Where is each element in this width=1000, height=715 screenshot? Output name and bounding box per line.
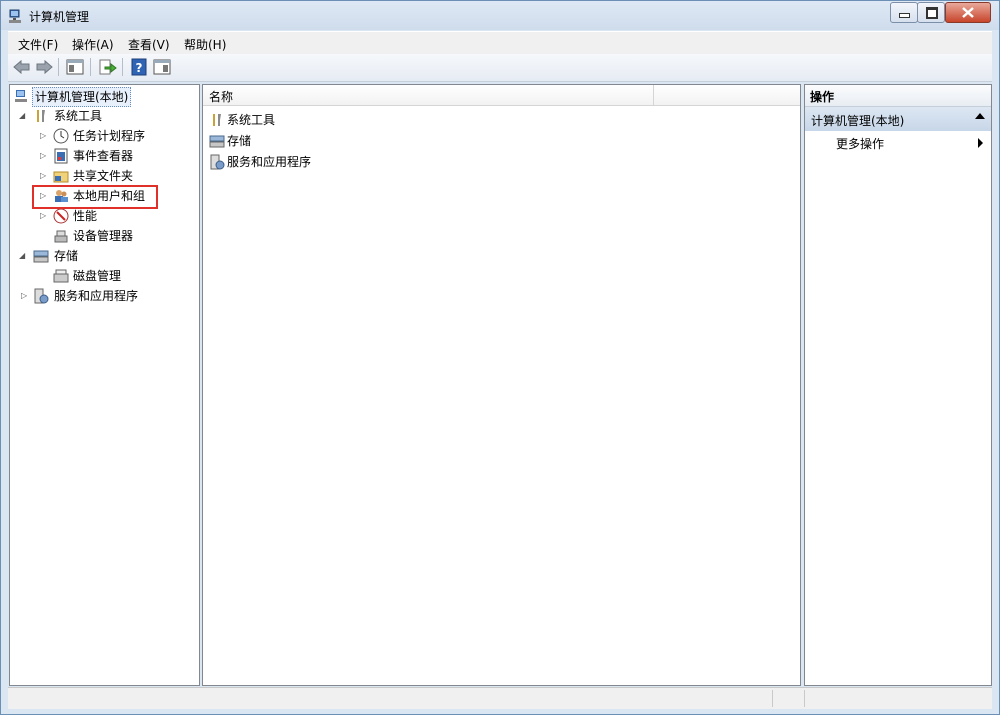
tools-icon — [213, 114, 221, 126]
storage-icon — [209, 135, 225, 148]
maximize-button[interactable] — [917, 2, 945, 23]
menu-help[interactable]: 帮助(H) — [184, 36, 226, 53]
results-list[interactable]: 名称 系统工具 存储 服务和应用程序 — [202, 84, 801, 686]
column-header-name[interactable]: 名称 — [209, 88, 233, 105]
toolbar-separator — [58, 58, 59, 76]
services-icon — [210, 154, 225, 170]
device-manager-icon — [54, 230, 68, 243]
actions-section-header[interactable]: 计算机管理(本地) — [805, 107, 991, 131]
title-bar[interactable]: 计算机管理 — [1, 1, 999, 30]
more-actions-item[interactable]: 更多操作 — [836, 135, 884, 152]
expanded-arrow-icon[interactable]: ◢ — [19, 107, 25, 125]
tree-item-label: 服务和应用程序 — [54, 289, 139, 303]
help-icon[interactable]: ? — [129, 57, 149, 77]
tree-item-label: 任务计划程序 — [73, 129, 146, 143]
svg-text:?: ? — [136, 61, 143, 75]
status-separator — [804, 690, 805, 707]
collapsed-arrow-icon[interactable]: ▷ — [40, 167, 46, 185]
menu-view[interactable]: 查看(V) — [128, 36, 170, 53]
collapse-up-icon[interactable] — [975, 113, 985, 119]
minimize-button[interactable] — [890, 2, 918, 23]
export-list-icon[interactable] — [97, 57, 117, 77]
tree-item-label: 设备管理器 — [73, 229, 134, 243]
event-viewer-icon — [54, 148, 68, 164]
computer-management-window: 计算机管理 文件(F) 操作(A) 查看(V) 帮助(H) ? 计算机管理(本地… — [0, 0, 1000, 715]
toolbar-separator — [90, 58, 91, 76]
collapsed-arrow-icon[interactable]: ▷ — [40, 207, 46, 225]
expanded-arrow-icon[interactable]: ◢ — [19, 247, 25, 265]
actions-title: 操作 — [810, 90, 835, 104]
status-bar — [8, 687, 992, 709]
submenu-arrow-icon[interactable] — [978, 138, 983, 148]
actions-pane: 操作 计算机管理(本地) 更多操作 — [804, 84, 992, 686]
tree-item-label: 共享文件夹 — [73, 169, 134, 183]
window-title: 计算机管理 — [29, 10, 90, 24]
close-icon — [962, 7, 974, 18]
menu-bar: 文件(F) 操作(A) 查看(V) 帮助(H) — [8, 31, 992, 54]
menu-file[interactable]: 文件(F) — [18, 36, 58, 53]
toolbar: ? — [8, 54, 992, 82]
actions-section-label: 计算机管理(本地) — [811, 114, 905, 128]
list-item-label: 存储 — [227, 134, 252, 148]
tree-item-label: 事件查看器 — [73, 149, 134, 163]
show-hide-tree-icon[interactable] — [65, 57, 85, 77]
tree-item-label: 系统工具 — [54, 109, 103, 123]
disk-icon — [53, 269, 69, 283]
highlight-box — [32, 185, 158, 209]
toolbar-separator — [122, 58, 123, 76]
back-arrow-icon[interactable] — [12, 57, 32, 77]
show-hide-action-pane-icon[interactable] — [152, 57, 172, 77]
console-tree[interactable]: 计算机管理(本地) ◢ 系统工具 ▷ 任务计划程序 ▷ 事件查看器 ▷ 共享文件… — [9, 84, 200, 686]
tree-item-label: 性能 — [73, 209, 98, 223]
computer-management-icon — [15, 90, 27, 102]
shared-folder-icon — [53, 171, 69, 183]
storage-icon — [33, 250, 49, 263]
actions-header: 操作 — [805, 85, 991, 107]
list-item-label: 服务和应用程序 — [227, 155, 312, 169]
clock-icon — [53, 128, 69, 144]
collapsed-arrow-icon[interactable]: ▷ — [40, 147, 46, 165]
close-button[interactable] — [945, 2, 991, 23]
collapsed-arrow-icon[interactable]: ▷ — [21, 287, 27, 305]
services-icon — [34, 288, 49, 304]
status-separator — [772, 690, 773, 707]
menu-action[interactable]: 操作(A) — [72, 36, 114, 53]
forward-arrow-icon[interactable] — [34, 57, 54, 77]
tree-item-label: 磁盘管理 — [73, 269, 122, 283]
tools-icon — [37, 110, 45, 122]
list-header: 名称 — [203, 85, 800, 106]
performance-icon — [53, 208, 69, 224]
collapsed-arrow-icon[interactable]: ▷ — [40, 127, 46, 145]
tree-item-label: 计算机管理(本地) — [32, 87, 132, 107]
tree-item-label: 存储 — [54, 249, 79, 263]
computer-management-icon — [9, 9, 21, 23]
list-item-label: 系统工具 — [227, 113, 276, 127]
column-divider[interactable] — [653, 85, 654, 105]
